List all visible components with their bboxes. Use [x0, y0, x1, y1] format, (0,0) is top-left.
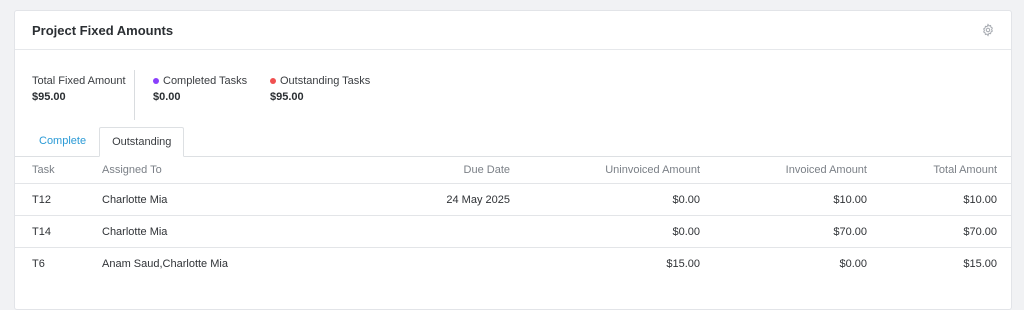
card-title: Project Fixed Amounts	[32, 22, 174, 38]
invoiced-cell: $70.00	[700, 215, 867, 248]
assigned-cell: Anam Saud,Charlotte Mia	[102, 257, 228, 270]
completed-tasks-value: $0.00	[153, 91, 181, 103]
completed-dot-icon	[153, 78, 159, 84]
task-cell[interactable]: T12	[15, 183, 102, 216]
total-fixed-amount-stat: Total Fixed Amount $95.00	[15, 70, 135, 120]
table-row[interactable]: T14 Charlotte Mia $0.00 $70.00 $70.00	[15, 215, 1011, 248]
invoiced-cell: $0.00	[839, 257, 867, 270]
tasks-table: Task Assigned To Due Date Uninvoiced Amo…	[15, 157, 1011, 279]
col-assigned-to[interactable]: Assigned To	[102, 157, 332, 184]
table-row[interactable]: T12 Charlotte Mia 24 May 2025 $0.00 $10.…	[15, 183, 1011, 216]
gear-icon[interactable]	[981, 23, 995, 37]
total-fixed-amount-value: $95.00	[32, 91, 66, 103]
outstanding-tasks-stat: Outstanding Tasks $95.00	[254, 70, 370, 120]
table-header-row: Task Assigned To Due Date Uninvoiced Amo…	[15, 157, 1011, 184]
col-uninvoiced-amount[interactable]: Uninvoiced Amount	[510, 157, 700, 184]
total-cell: $15.00	[963, 257, 997, 270]
completed-tasks-stat: Completed Tasks $0.00	[135, 70, 254, 120]
col-invoiced-amount[interactable]: Invoiced Amount	[700, 157, 867, 184]
uninvoiced-cell: $15.00	[666, 257, 700, 270]
summary-stats: Total Fixed Amount $95.00 Completed Task…	[15, 50, 1011, 120]
outstanding-tasks-label: Outstanding Tasks	[280, 75, 371, 87]
col-due-date[interactable]: Due Date	[332, 157, 510, 184]
outstanding-dot-icon	[270, 78, 276, 84]
uninvoiced-cell: $0.00	[510, 215, 700, 248]
assigned-cell: Charlotte Mia	[102, 183, 332, 216]
due-date-cell: 24 May 2025	[332, 183, 510, 216]
col-task[interactable]: Task	[15, 157, 102, 184]
project-fixed-amounts-card: Project Fixed Amounts Total Fixed Amount…	[14, 10, 1012, 310]
col-total-amount[interactable]: Total Amount	[867, 157, 1011, 184]
card-header: Project Fixed Amounts	[15, 11, 1011, 50]
outstanding-tasks-value: $95.00	[270, 91, 304, 103]
tab-complete[interactable]: Complete	[27, 127, 98, 156]
due-date-cell	[332, 248, 510, 280]
completed-tasks-label: Completed Tasks	[163, 75, 248, 87]
task-cell[interactable]: T14	[15, 215, 102, 248]
uninvoiced-cell: $0.00	[510, 183, 700, 216]
table-row[interactable]: T6 Anam Saud,Charlotte Mia $15.00 $0.00 …	[15, 248, 1011, 280]
due-date-cell	[332, 215, 510, 248]
total-cell: $70.00	[867, 215, 1011, 248]
tab-outstanding[interactable]: Outstanding	[99, 127, 185, 157]
total-cell: $10.00	[867, 183, 1011, 216]
tab-bar: Complete Outstanding	[15, 127, 1011, 157]
task-cell[interactable]: T6	[15, 248, 102, 280]
total-fixed-amount-label: Total Fixed Amount	[32, 75, 126, 87]
assigned-cell: Charlotte Mia	[102, 215, 332, 248]
invoiced-cell: $10.00	[700, 183, 867, 216]
